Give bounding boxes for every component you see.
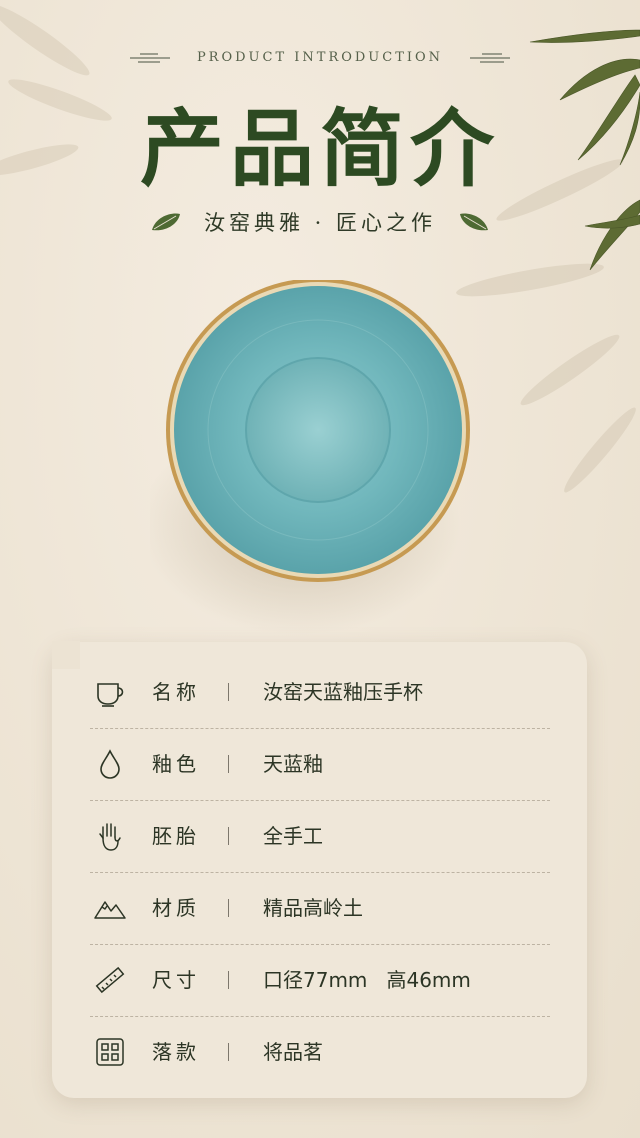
spec-label: 落款 <box>152 1040 200 1064</box>
cup-icon <box>97 683 124 707</box>
spec-label: 胚胎 <box>152 824 200 848</box>
divider <box>228 899 229 917</box>
mountain-icon <box>94 901 126 919</box>
spec-row-name: 名称 汝窑天蓝釉压手杯 <box>90 656 550 729</box>
divider <box>228 827 229 845</box>
subtitle-en: PRODUCT INTRODUCTION <box>196 50 444 65</box>
spec-row-size: 尺寸 口径77mm 高46mm <box>90 944 550 1017</box>
tagline: 汝窑典雅 · 匠心之作 <box>203 211 437 235</box>
spec-value: 将品茗 <box>263 1040 323 1064</box>
spec-value: 天蓝釉 <box>263 752 323 776</box>
spec-row-material: 材质 精品高岭土 <box>90 872 550 945</box>
divider <box>228 755 229 773</box>
product-image <box>140 278 480 640</box>
header: PRODUCT INTRODUCTION 产品简介 汝窑典雅 · 匠心之作 <box>0 0 640 260</box>
drop-icon <box>100 749 120 779</box>
cloud-deco-right-icon <box>470 53 510 63</box>
spec-label: 名称 <box>152 680 200 704</box>
leaf-right-icon <box>460 213 488 231</box>
hand-icon <box>99 823 121 851</box>
ruler-icon <box>95 966 125 994</box>
spec-value: 精品高岭土 <box>263 896 363 920</box>
spec-label: 釉色 <box>152 752 200 776</box>
page-title: 产品简介 <box>139 99 500 198</box>
spec-row-body: 胚胎 全手工 <box>90 800 550 873</box>
spec-value: 口径77mm 高46mm <box>263 968 471 992</box>
spec-label: 材质 <box>152 896 200 920</box>
spec-row-mark: 落款 将品茗 <box>90 1016 550 1088</box>
spec-value: 全手工 <box>263 824 323 848</box>
spec-card: 名称 汝窑天蓝釉压手杯 釉色 天蓝釉 胚胎 全手工 材质 精品高岭土 尺寸 口径… <box>52 641 587 1098</box>
divider <box>228 971 229 989</box>
spec-row-glaze: 釉色 天蓝釉 <box>90 728 550 801</box>
seal-icon <box>96 1038 124 1066</box>
spec-value: 汝窑天蓝釉压手杯 <box>263 680 423 704</box>
spec-label: 尺寸 <box>152 968 200 992</box>
divider <box>228 1043 229 1061</box>
divider <box>228 683 229 701</box>
